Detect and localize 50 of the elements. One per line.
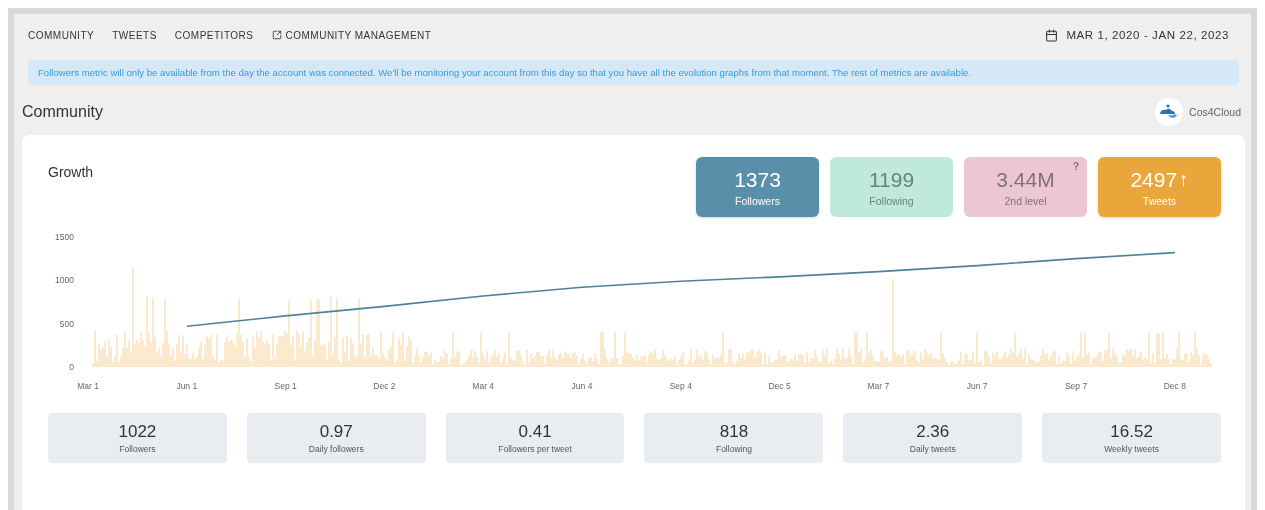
nav-link[interactable]: TWEETS	[112, 29, 157, 41]
y-axis-label: 1000	[55, 275, 74, 286]
x-axis-label: Jun 4	[571, 381, 593, 391]
metric-value: 1373	[734, 167, 781, 192]
x-axis-label: Mar 1	[77, 381, 99, 391]
metric-label: Followers	[735, 194, 780, 207]
x-axis-label: Dec 5	[768, 381, 791, 391]
nav-link[interactable]: COMMUNITY MANAGEMENT	[271, 29, 432, 41]
nav-link[interactable]: COMMUNITY	[28, 29, 95, 41]
metric-value: 3.44M	[996, 167, 1055, 192]
section-title: Community	[22, 103, 103, 121]
metric-value: 2497↑	[1130, 167, 1189, 192]
chart-title: Growth	[48, 164, 94, 180]
x-axis-label: Dec 8	[1163, 381, 1186, 391]
calendar-icon	[1045, 28, 1059, 42]
nav-link[interactable]: COMPETITORS	[174, 29, 254, 41]
stat-value: 818	[719, 422, 749, 442]
x-axis-label: Jun 1	[176, 381, 198, 391]
stat-label: Daily followers	[308, 444, 364, 454]
stat-label: Followers	[119, 444, 156, 454]
logo-icon	[1155, 98, 1184, 126]
y-axis-label: 1500	[55, 232, 74, 242]
account-name: Cos4Cloud	[1189, 106, 1241, 118]
x-axis-label: Mar 4	[472, 381, 495, 391]
stat-value: 2.36	[916, 422, 950, 442]
stat-value: 0.41	[518, 422, 552, 442]
info-banner: Followers metric will only be available from the day the account was connected. We'll be monitoring your account from this day so that you have all the evolution graphs from that moment. The rest of metrics are available.	[28, 60, 1239, 85]
stat-label: Daily tweets	[909, 444, 956, 454]
metric-label: Tweets	[1142, 194, 1177, 207]
x-axis-label: Mar 7	[867, 381, 890, 391]
metric-label: 2nd level	[1004, 194, 1047, 207]
x-axis-label: Sep 7	[1064, 381, 1088, 391]
x-axis-label: Sep 1	[274, 381, 297, 391]
metric-label: Following	[869, 194, 914, 207]
stat-value: 1022	[118, 422, 157, 442]
x-axis-label: Sep 4	[669, 381, 692, 391]
stat-label: Weekly tweets	[1104, 444, 1159, 454]
external-link-icon	[271, 30, 282, 40]
metric-value: 1199	[868, 167, 915, 192]
date-range-button[interactable]: MAR 1, 2020 - JAN 22, 2023	[1039, 28, 1235, 42]
y-axis-label: 500	[59, 318, 74, 329]
trend-arrow: ↑	[1179, 168, 1189, 191]
metric-tile[interactable]: 1373 Followers	[696, 157, 819, 217]
y-axis-label: 0	[69, 362, 74, 372]
stat-value: 16.52	[1110, 422, 1153, 442]
x-axis-label: Dec 2	[373, 381, 396, 391]
stat-value: 0.97	[319, 422, 353, 442]
x-axis-label: Jun 7	[966, 381, 988, 391]
stat-label: Following	[715, 444, 752, 454]
stat-label: Followers per tweet	[498, 444, 572, 454]
